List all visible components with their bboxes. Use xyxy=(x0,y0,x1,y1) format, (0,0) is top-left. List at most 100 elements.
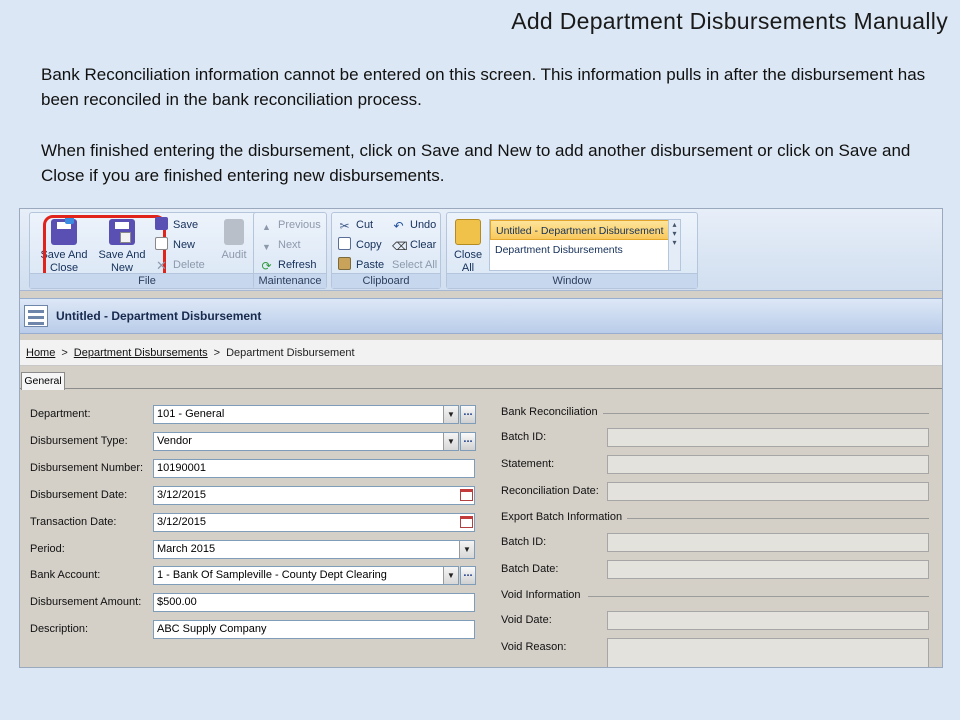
department-value: 101 - General xyxy=(157,408,225,420)
chevron-down-icon[interactable]: ▼ xyxy=(443,567,458,584)
calendar-icon[interactable] xyxy=(460,516,473,528)
period-select[interactable]: March 2015 ▼ xyxy=(153,540,475,559)
disbursement-date-input[interactable]: 3/12/2015 xyxy=(153,486,475,505)
section-divider xyxy=(627,518,929,519)
bank-rec-batch-id-label: Batch ID: xyxy=(501,431,547,443)
ribbon-group-label-file: File xyxy=(30,273,264,288)
chevron-down-icon[interactable]: ▼ xyxy=(459,541,474,558)
department-select[interactable]: 101 - General ▼ xyxy=(153,405,459,424)
void-reason-field xyxy=(607,638,929,667)
copy-icon xyxy=(338,237,351,250)
ribbon-group-window: Close All Untitled - Department Disburse… xyxy=(446,212,698,289)
undo-label: Undo xyxy=(410,219,437,231)
audit-label: Audit xyxy=(221,249,247,261)
save-icon xyxy=(155,217,168,230)
department-lookup-button[interactable]: ... xyxy=(460,405,476,424)
save-label: Save xyxy=(173,219,199,231)
undo-button[interactable]: ↶ Undo xyxy=(392,216,436,234)
new-button[interactable]: New xyxy=(155,236,195,254)
clear-button[interactable]: ⌫ Clear xyxy=(392,236,436,254)
eraser-icon: ⌫ xyxy=(392,241,408,253)
bank-account-label: Bank Account: xyxy=(30,569,101,581)
breadcrumb-separator: > xyxy=(213,347,221,359)
app-window: Save And Close Save And New Save New ✕ De… xyxy=(19,208,943,668)
cut-label: Cut xyxy=(356,219,374,231)
delete-label: Delete xyxy=(173,259,205,271)
undo-icon: ↶ xyxy=(393,219,404,233)
copy-label: Copy xyxy=(356,239,382,251)
save-button[interactable]: Save xyxy=(155,216,198,234)
breadcrumb-home[interactable]: Home xyxy=(26,347,55,359)
transaction-date-input[interactable]: 3/12/2015 xyxy=(153,513,475,532)
batch-date-label: Batch Date: xyxy=(501,563,559,575)
batch-date-field xyxy=(607,560,929,579)
period-value: March 2015 xyxy=(157,543,216,555)
bank-account-lookup-button[interactable]: ... xyxy=(460,566,476,585)
next-label: Next xyxy=(278,239,301,251)
disbursement-type-lookup-button[interactable]: ... xyxy=(460,432,476,451)
bank-account-select[interactable]: 1 - Bank Of Sampleville - County Dept Cl… xyxy=(153,566,459,585)
export-batch-id-label: Batch ID: xyxy=(501,536,547,548)
disbursement-amount-input[interactable]: $500.00 xyxy=(153,593,475,612)
export-batch-id-field xyxy=(607,533,929,552)
paste-label: Paste xyxy=(356,259,385,271)
description-input[interactable]: ABC Supply Company xyxy=(153,620,475,639)
ribbon-group-label-clipboard: Clipboard xyxy=(332,273,440,288)
breadcrumb-department-disbursements[interactable]: Department Disbursements xyxy=(74,347,208,359)
disbursement-date-label: Disbursement Date: xyxy=(30,489,128,501)
paste-button[interactable]: Paste xyxy=(338,256,384,274)
export-batch-heading: Export Batch Information xyxy=(501,511,623,523)
delete-button[interactable]: ✕ Delete xyxy=(155,256,205,274)
breadcrumb-separator: > xyxy=(61,347,68,359)
ribbon-group-label-maintenance: Maintenance xyxy=(254,273,326,288)
window-item-active[interactable]: Untitled - Department Disbursement xyxy=(490,220,680,240)
bank-account-value: 1 - Bank Of Sampleville - County Dept Cl… xyxy=(157,569,387,581)
disbursement-form: Department: 101 - General ▼ ... Disbursem… xyxy=(20,393,942,667)
transaction-date-value: 3/12/2015 xyxy=(157,516,206,528)
disbursement-number-input[interactable]: 10190001 xyxy=(153,459,475,478)
disbursement-type-select[interactable]: Vendor ▼ xyxy=(153,432,459,451)
statement-field xyxy=(607,455,929,474)
ribbon-group-clipboard: ✂ Cut Copy Paste ↶ Undo ⌫ Clear Select All … xyxy=(331,212,441,289)
document-header: Untitled - Department Disbursement xyxy=(20,298,942,334)
previous-label: Previous xyxy=(278,219,321,231)
copy-button[interactable]: Copy xyxy=(338,236,382,254)
refresh-label: Refresh xyxy=(278,259,317,271)
window-list: Untitled - Department Disbursement Depar… xyxy=(489,219,681,271)
chevron-down-icon[interactable]: ▼ xyxy=(443,433,458,450)
calendar-icon[interactable] xyxy=(460,489,473,501)
cut-button[interactable]: ✂ Cut xyxy=(338,216,373,234)
disbursement-type-label: Disbursement Type: xyxy=(30,435,128,447)
refresh-button[interactable]: ⟳ Refresh xyxy=(260,256,317,274)
previous-button[interactable]: ▲ Previous xyxy=(260,216,321,234)
scissors-icon: ✂ xyxy=(339,219,350,233)
slide-title: Add Department Disbursements Manually xyxy=(511,8,948,34)
tab-general[interactable]: General xyxy=(21,372,65,390)
reconciliation-date-label: Reconciliation Date: xyxy=(501,485,599,497)
bank-reconciliation-heading: Bank Reconciliation xyxy=(501,406,598,418)
chevron-down-icon[interactable]: ▼ xyxy=(443,406,458,423)
folder-icon xyxy=(455,219,481,245)
select-all-button[interactable]: Select All xyxy=(392,256,437,274)
ribbon-group-file: Save And Close Save And New Save New ✕ De… xyxy=(29,212,265,289)
select-all-label: Select All xyxy=(392,259,438,271)
clear-label: Clear xyxy=(410,239,437,251)
transaction-date-label: Transaction Date: xyxy=(30,516,117,528)
statement-label: Statement: xyxy=(501,458,555,470)
breadcrumb: Home > Department Disbursements > Department… xyxy=(20,340,942,366)
reconciliation-date-field xyxy=(607,482,929,501)
section-divider xyxy=(588,596,929,597)
document-title: Untitled - Department Disbursement xyxy=(56,309,262,323)
void-reason-label: Void Reason: xyxy=(501,641,567,653)
close-all-button[interactable]: Close All xyxy=(449,216,487,274)
close-all-label: Close All xyxy=(453,249,483,274)
next-button[interactable]: ▼ Next xyxy=(260,236,301,254)
disbursement-type-value: Vendor xyxy=(157,435,192,447)
new-label: New xyxy=(173,239,196,251)
disbursement-number-label: Disbursement Number: xyxy=(30,462,144,474)
window-item[interactable]: Department Disbursements xyxy=(490,240,680,260)
ribbon: Save And Close Save And New Save New ✕ De… xyxy=(20,209,942,291)
ribbon-group-maintenance: ▲ Previous ▼ Next ⟳ Refresh Maintenance xyxy=(253,212,327,289)
new-icon xyxy=(155,237,168,250)
window-list-scrollbar[interactable]: ▴ ▾ ▾ xyxy=(668,220,680,270)
